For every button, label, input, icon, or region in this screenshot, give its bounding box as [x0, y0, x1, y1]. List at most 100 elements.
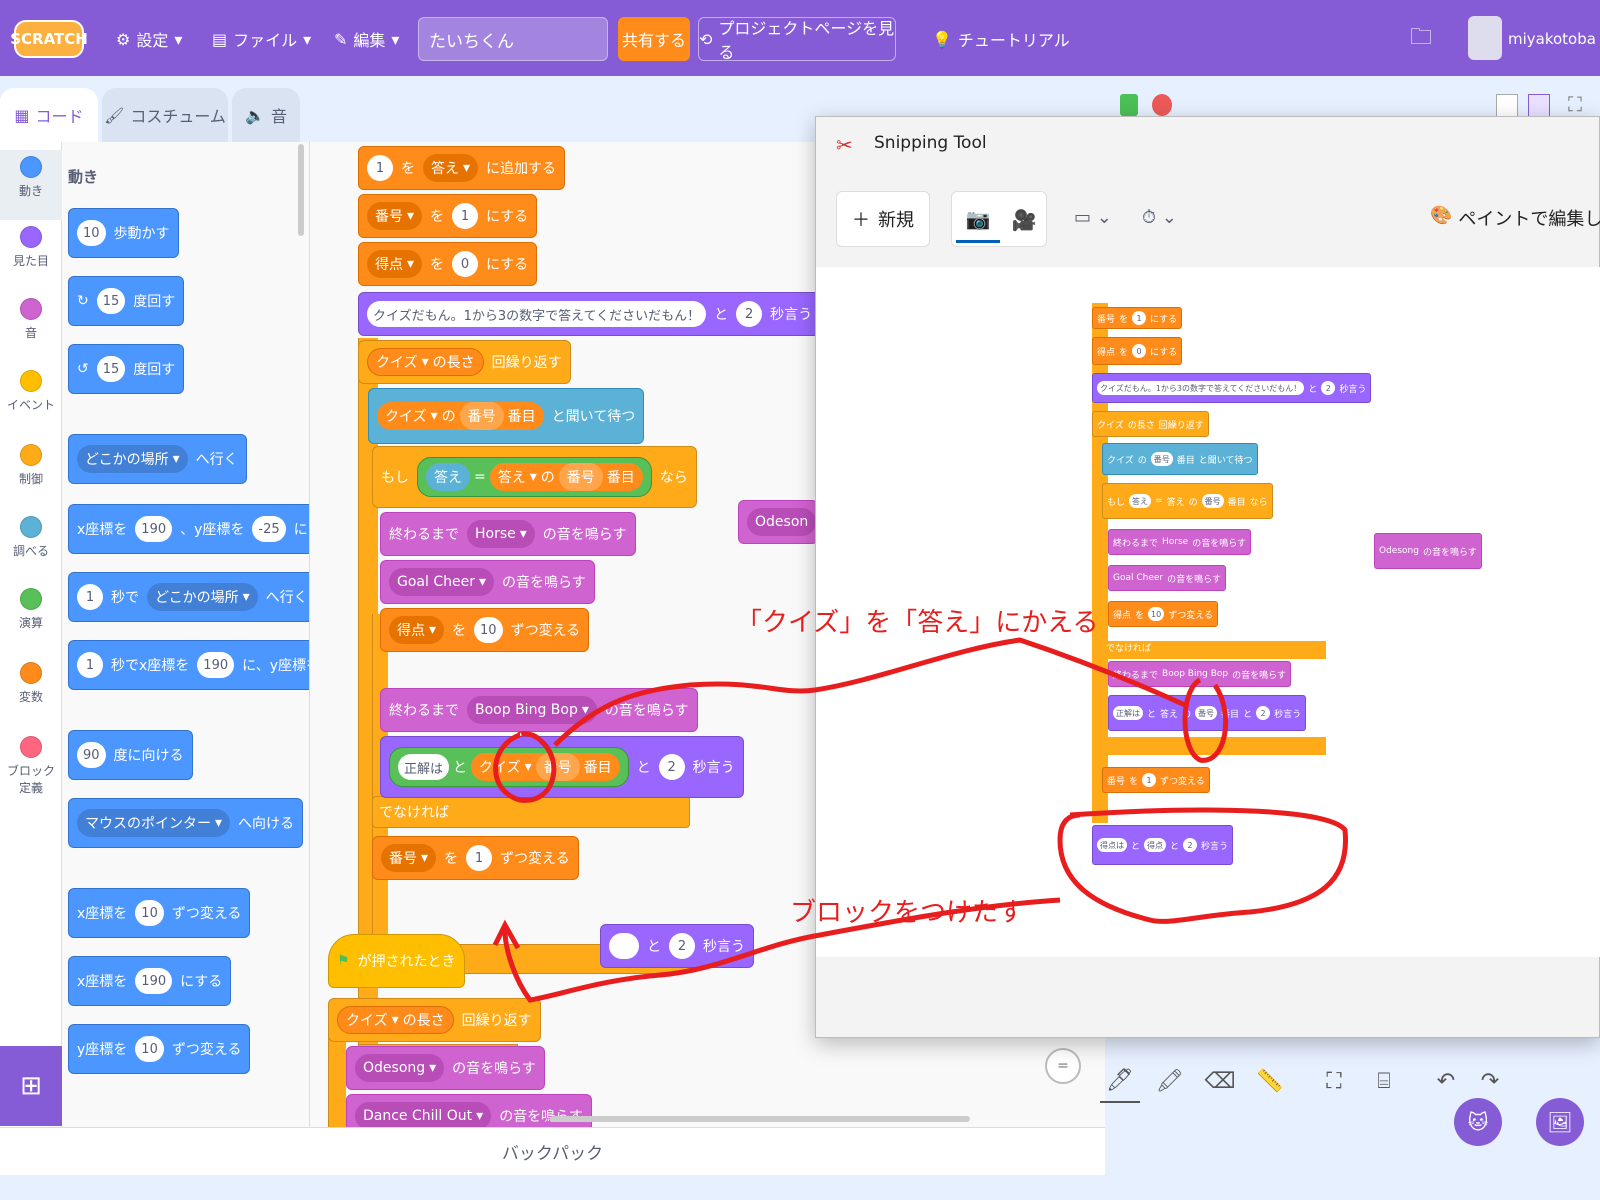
ballpoint-pen-icon[interactable]: 🖊: [1100, 1059, 1140, 1103]
sound-dropdown[interactable]: Odeson: [747, 508, 817, 536]
variable-dropdown[interactable]: 番号 ▾: [381, 844, 437, 872]
small-stage-icon[interactable]: [1496, 94, 1518, 118]
workspace-scrollbar[interactable]: [550, 1116, 970, 1122]
loose-say-block[interactable]: と 2 秒言う: [600, 924, 754, 968]
value-input[interactable]: 10: [474, 617, 503, 643]
seconds-input[interactable]: 2: [736, 301, 763, 327]
message-input[interactable]: [609, 933, 639, 959]
timer-off-icon[interactable]: ⏱ ⌄: [1142, 207, 1177, 228]
set-x-block[interactable]: x座標を 190 にする: [68, 956, 232, 1006]
backpack[interactable]: バックパック: [0, 1127, 1105, 1175]
snip-shape-icon[interactable]: ▭ ⌄: [1074, 207, 1112, 228]
change-variable-block[interactable]: 番号 ▾ を 1 ずつ変える: [372, 836, 579, 880]
change-x-block[interactable]: x座標を 10 ずつ変える: [68, 888, 251, 938]
edit-in-paint-button[interactable]: 🎨ペイントで編集します: [1430, 205, 1600, 231]
category-operators[interactable]: 演算: [0, 588, 62, 631]
crop-icon[interactable]: ⛶: [1314, 1059, 1354, 1103]
tab-sound[interactable]: 🔈 音: [232, 88, 300, 142]
when-flag-clicked-block[interactable]: ⚑ が押されたとき: [328, 934, 465, 988]
add-to-list-block[interactable]: 1 を答え ▾ に追加する: [358, 146, 566, 190]
change-y-block[interactable]: y座標を 10 ずつ変える: [68, 1024, 251, 1074]
video-icon[interactable]: 🎥: [1002, 197, 1046, 243]
palette-scrollbar[interactable]: [298, 144, 304, 236]
avatar[interactable]: [1468, 16, 1502, 60]
go-to-xy-block[interactable]: x座標を 190 、y座標を -25 にする: [68, 504, 309, 554]
ask-and-wait-block[interactable]: クイズ ▾ の 番号 番目 と聞いて待つ: [368, 388, 645, 444]
turn-left-block[interactable]: ↺ 15 度回す: [68, 344, 185, 394]
seconds-input[interactable]: 2: [658, 754, 685, 780]
sound-dropdown[interactable]: Boop Bing Bop ▾: [467, 696, 597, 724]
redo-icon[interactable]: ↷: [1470, 1059, 1510, 1103]
variable-dropdown[interactable]: 得点 ▾: [367, 250, 423, 278]
if-else-block[interactable]: もし 答え = 答え ▾ の 番号 番目 なら: [372, 446, 697, 508]
point-towards-block[interactable]: マウスのポインター ▾ へ向ける: [68, 798, 304, 848]
variable-dropdown[interactable]: 番号 ▾: [367, 202, 423, 230]
ruler-icon[interactable]: 📏: [1250, 1059, 1290, 1103]
sound-dropdown[interactable]: Horse ▾: [467, 520, 535, 548]
fullscreen-icon[interactable]: ⛶: [1568, 92, 1582, 116]
variable-reporter[interactable]: 番号: [558, 463, 603, 491]
dx-input[interactable]: 10: [135, 900, 164, 926]
list-length-reporter[interactable]: クイズ ▾ の長さ: [367, 348, 484, 376]
glide-to-xy-block[interactable]: 1 秒でx座標を 190 に、y座標を: [68, 640, 309, 690]
equals-operator[interactable]: 答え = 答え ▾ の 番号 番目: [417, 457, 652, 497]
repeat-block[interactable]: クイズ ▾ の長さ 回繰り返す: [328, 998, 541, 1042]
move-steps-block[interactable]: 10 歩動かす: [68, 208, 179, 258]
target-dropdown[interactable]: どこかの場所 ▾: [147, 583, 258, 611]
loose-play-sound-block[interactable]: Odeson: [738, 500, 818, 544]
go-to-block[interactable]: どこかの場所 ▾ へ行く: [68, 434, 247, 484]
point-direction-block[interactable]: 90 度に向ける: [68, 730, 193, 780]
category-control[interactable]: 制御: [0, 444, 62, 487]
join-operator[interactable]: 正解はとクイズ ▾ 番号 番目: [389, 747, 629, 787]
account-menu[interactable]: miyakotoba▾: [1508, 22, 1600, 56]
share-button[interactable]: 共有する: [618, 17, 690, 61]
degrees-input[interactable]: 15: [96, 356, 126, 382]
choose-sprite-icon[interactable]: 🐱: [1454, 1098, 1502, 1146]
project-page-button[interactable]: ⟲ プロジェクトページを見る: [698, 17, 896, 62]
message-input[interactable]: クイズだもん。1から3の数字で答えてくださいだもん！: [367, 301, 707, 327]
x-input[interactable]: 190: [135, 968, 173, 994]
category-looks[interactable]: 見た目: [0, 226, 62, 269]
new-capture-button[interactable]: ＋ 新規: [836, 191, 930, 247]
seconds-input[interactable]: 1: [77, 652, 103, 678]
add-extension-button[interactable]: ⊞: [0, 1046, 62, 1126]
category-motion[interactable]: 動き: [0, 150, 62, 220]
my-stuff-folder-icon[interactable]: 🗀: [1410, 22, 1432, 56]
steps-input[interactable]: 10: [77, 220, 106, 246]
target-dropdown[interactable]: どこかの場所 ▾: [77, 445, 188, 473]
y-input[interactable]: -25: [252, 516, 286, 542]
variable-dropdown[interactable]: 得点 ▾: [389, 616, 445, 644]
sound-dropdown[interactable]: Dance Chill Out ▾: [355, 1102, 492, 1127]
seconds-input[interactable]: 2: [669, 933, 695, 959]
category-variables[interactable]: 変数: [0, 662, 62, 705]
x-input[interactable]: 190: [135, 516, 173, 542]
play-sound-until-done-block[interactable]: 終わるまで Boop Bing Bop ▾ の音を鳴らす: [380, 688, 698, 732]
project-title-input[interactable]: たいちくん: [418, 17, 608, 61]
choose-backdrop-icon[interactable]: 🖼: [1536, 1098, 1584, 1146]
green-flag-icon[interactable]: [1120, 94, 1138, 116]
list-length-reporter[interactable]: クイズ ▾ の長さ: [337, 1006, 454, 1034]
eraser-icon[interactable]: ⌫: [1200, 1059, 1240, 1103]
text-input[interactable]: 正解は: [398, 754, 450, 780]
direction-input[interactable]: 90: [77, 742, 106, 768]
turn-right-block[interactable]: ↻ 15 度回す: [68, 276, 185, 326]
tutorial-button[interactable]: 💡 チュートリアル: [932, 22, 1070, 56]
value-input[interactable]: 1: [466, 845, 493, 871]
glide-to-block[interactable]: 1 秒で どこかの場所 ▾ へ行く: [68, 572, 309, 622]
dy-input[interactable]: 10: [135, 1036, 164, 1062]
change-variable-block[interactable]: 得点 ▾ を 10 ずつ変える: [380, 608, 590, 652]
category-events[interactable]: イベント: [0, 370, 62, 413]
stop-icon[interactable]: [1152, 94, 1172, 116]
zoom-reset-icon[interactable]: =: [1045, 1048, 1081, 1084]
value-input[interactable]: 1: [367, 155, 393, 181]
highlighter-icon[interactable]: 🖍: [1150, 1059, 1190, 1103]
seconds-input[interactable]: 1: [77, 584, 103, 610]
large-stage-icon[interactable]: [1528, 94, 1550, 118]
tab-code[interactable]: ▦ コード: [0, 88, 98, 142]
x-input[interactable]: 190: [197, 652, 235, 678]
set-variable-block[interactable]: 番号 ▾ を 1 にする: [358, 194, 538, 238]
say-for-secs-block[interactable]: クイズだもん。1から3の数字で答えてくださいだもん！ と 2 秒言う: [358, 292, 822, 336]
undo-icon[interactable]: ↶: [1426, 1059, 1466, 1103]
list-dropdown[interactable]: 答え ▾: [423, 154, 479, 182]
sound-dropdown[interactable]: Goal Cheer ▾: [389, 568, 494, 596]
